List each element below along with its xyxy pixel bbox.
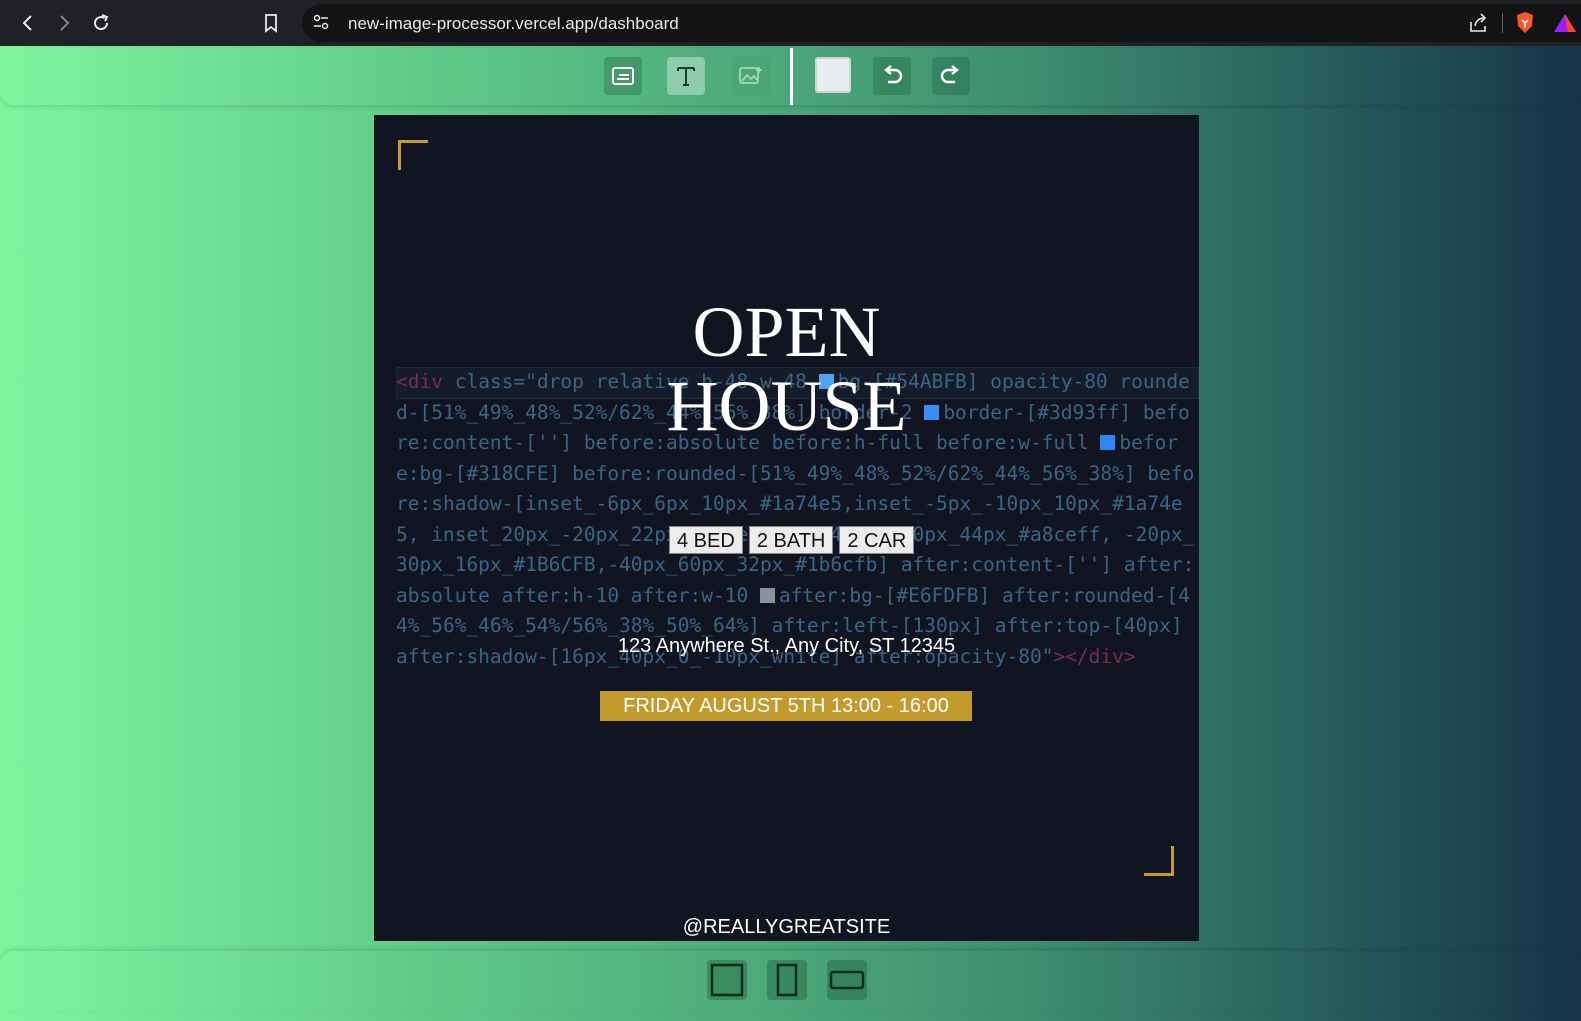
code-text-d: before:bg-[#318CFE] before:rounded-[51%_… <box>396 431 1195 607</box>
corner-accent-top-left <box>398 140 428 170</box>
address-separator <box>1502 13 1503 33</box>
browser-chrome: new-image-processor.vercel.app/dashboard <box>0 0 1581 46</box>
toolbar-divider <box>790 48 793 105</box>
site-settings-icon[interactable] <box>312 13 330 36</box>
tag-bath[interactable]: 2 BATH <box>748 526 834 554</box>
url-text[interactable]: new-image-processor.vercel.app/dashboard <box>348 14 679 34</box>
brave-shield-icon[interactable] <box>1514 11 1536 40</box>
background-icon[interactable] <box>604 57 642 95</box>
portrait-format-icon[interactable] <box>767 960 807 1000</box>
format-toolbar <box>0 951 1581 1010</box>
property-address[interactable]: 123 Anywhere St., Any City, ST 12345 <box>374 635 1199 658</box>
share-icon[interactable] <box>1467 12 1489 39</box>
forward-icon[interactable] <box>49 8 79 38</box>
event-date-banner[interactable]: FRIDAY AUGUST 5TH 13:00 - 16:00 <box>600 691 972 721</box>
title-open[interactable]: OPEN <box>374 295 1199 369</box>
undo-icon[interactable] <box>873 57 911 95</box>
address-bar[interactable]: new-image-processor.vercel.app/dashboard <box>302 4 1581 42</box>
square-format-icon[interactable] <box>707 960 747 1000</box>
design-canvas[interactable]: <div class="drop relative h-48 w-48 bg-[… <box>374 115 1199 941</box>
title-house[interactable]: HOUSE <box>374 369 1199 443</box>
feature-tags: 4 BED 2 BATH 2 CAR <box>669 526 915 554</box>
landscape-format-icon[interactable] <box>827 960 867 1000</box>
color-swatch[interactable] <box>815 57 851 93</box>
tag-car[interactable]: 2 CAR <box>839 526 915 554</box>
redo-icon[interactable] <box>932 57 970 95</box>
color-swatch-e6fdfb <box>759 587 775 603</box>
back-icon[interactable] <box>13 8 43 38</box>
corner-accent-bottom-right <box>1144 846 1174 876</box>
text-icon[interactable] <box>667 57 705 95</box>
bookmark-icon[interactable] <box>256 8 286 38</box>
brave-rewards-icon[interactable] <box>1552 12 1578 39</box>
image-icon[interactable] <box>732 57 770 95</box>
tag-bed[interactable]: 4 BED <box>669 526 743 554</box>
editor-toolbar <box>0 48 1581 105</box>
social-handle[interactable]: @REALLYGREATSITE <box>374 916 1199 939</box>
reload-icon[interactable] <box>86 8 116 38</box>
